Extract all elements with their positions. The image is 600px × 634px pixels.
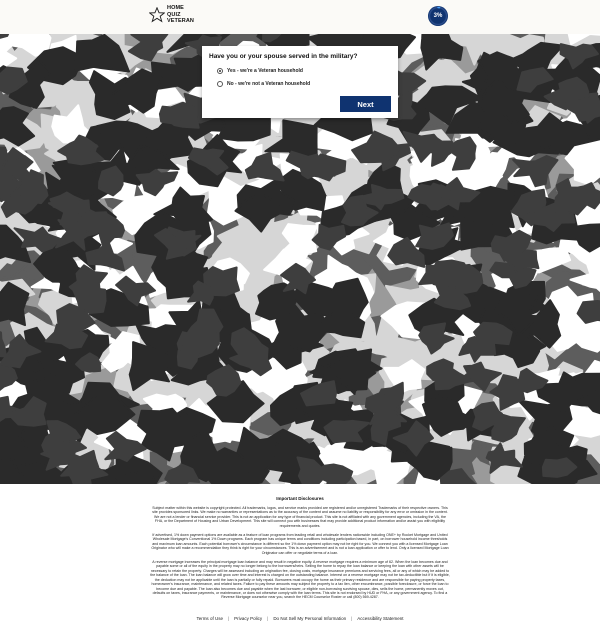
star-icon	[149, 6, 165, 23]
option-yes-label: Yes - we're a Veteran household	[227, 68, 303, 74]
radio-no[interactable]	[217, 81, 223, 87]
progress-percent: 3%	[433, 13, 443, 19]
disclosure-paragraph-1: Subject matter within this website is co…	[152, 506, 448, 528]
logo-line-veteran: VETERAN	[167, 18, 194, 24]
link-separator: |	[227, 616, 230, 621]
next-button[interactable]: Next	[340, 96, 391, 112]
option-yes[interactable]: Yes - we're a Veteran household	[209, 66, 391, 76]
disclosure-paragraph-3: A reverse mortgage increases the princip…	[150, 560, 450, 600]
disclosures-title: Important Disclosures	[276, 496, 324, 501]
camo-blob	[158, 103, 185, 125]
disclosure-paragraph-2: If advertised, 1% down payment options a…	[151, 533, 449, 555]
question-text: Have you or your spouse served in the mi…	[209, 53, 358, 60]
do-not-sell-link[interactable]: Do Not Sell My Personal Information	[273, 616, 346, 621]
radio-yes[interactable]	[217, 68, 223, 74]
option-no-label: No - we're not a Veteran household	[227, 81, 311, 87]
link-separator: |	[351, 616, 353, 621]
site-logo[interactable]: HOME QUIZ VETERAN	[149, 5, 194, 25]
site-header: HOME QUIZ VETERAN 3%	[0, 0, 600, 34]
privacy-policy-link[interactable]: Privacy Policy	[234, 616, 262, 621]
logo-text: HOME QUIZ VETERAN	[167, 5, 194, 25]
camo-blob	[430, 259, 471, 290]
footer-links: Terms of Use | Privacy Policy | Do Not S…	[0, 616, 600, 621]
option-no[interactable]: No - we're not a Veteran household	[209, 79, 391, 89]
accessibility-statement-link[interactable]: Accessibility Statement	[357, 616, 403, 621]
terms-of-use-link[interactable]: Terms of Use	[196, 616, 223, 621]
site-footer: Important Disclosures Subject matter wit…	[0, 484, 600, 634]
camo-blob	[98, 165, 124, 197]
link-separator: |	[267, 616, 269, 621]
question-card: Have you or your spouse served in the mi…	[202, 46, 398, 118]
